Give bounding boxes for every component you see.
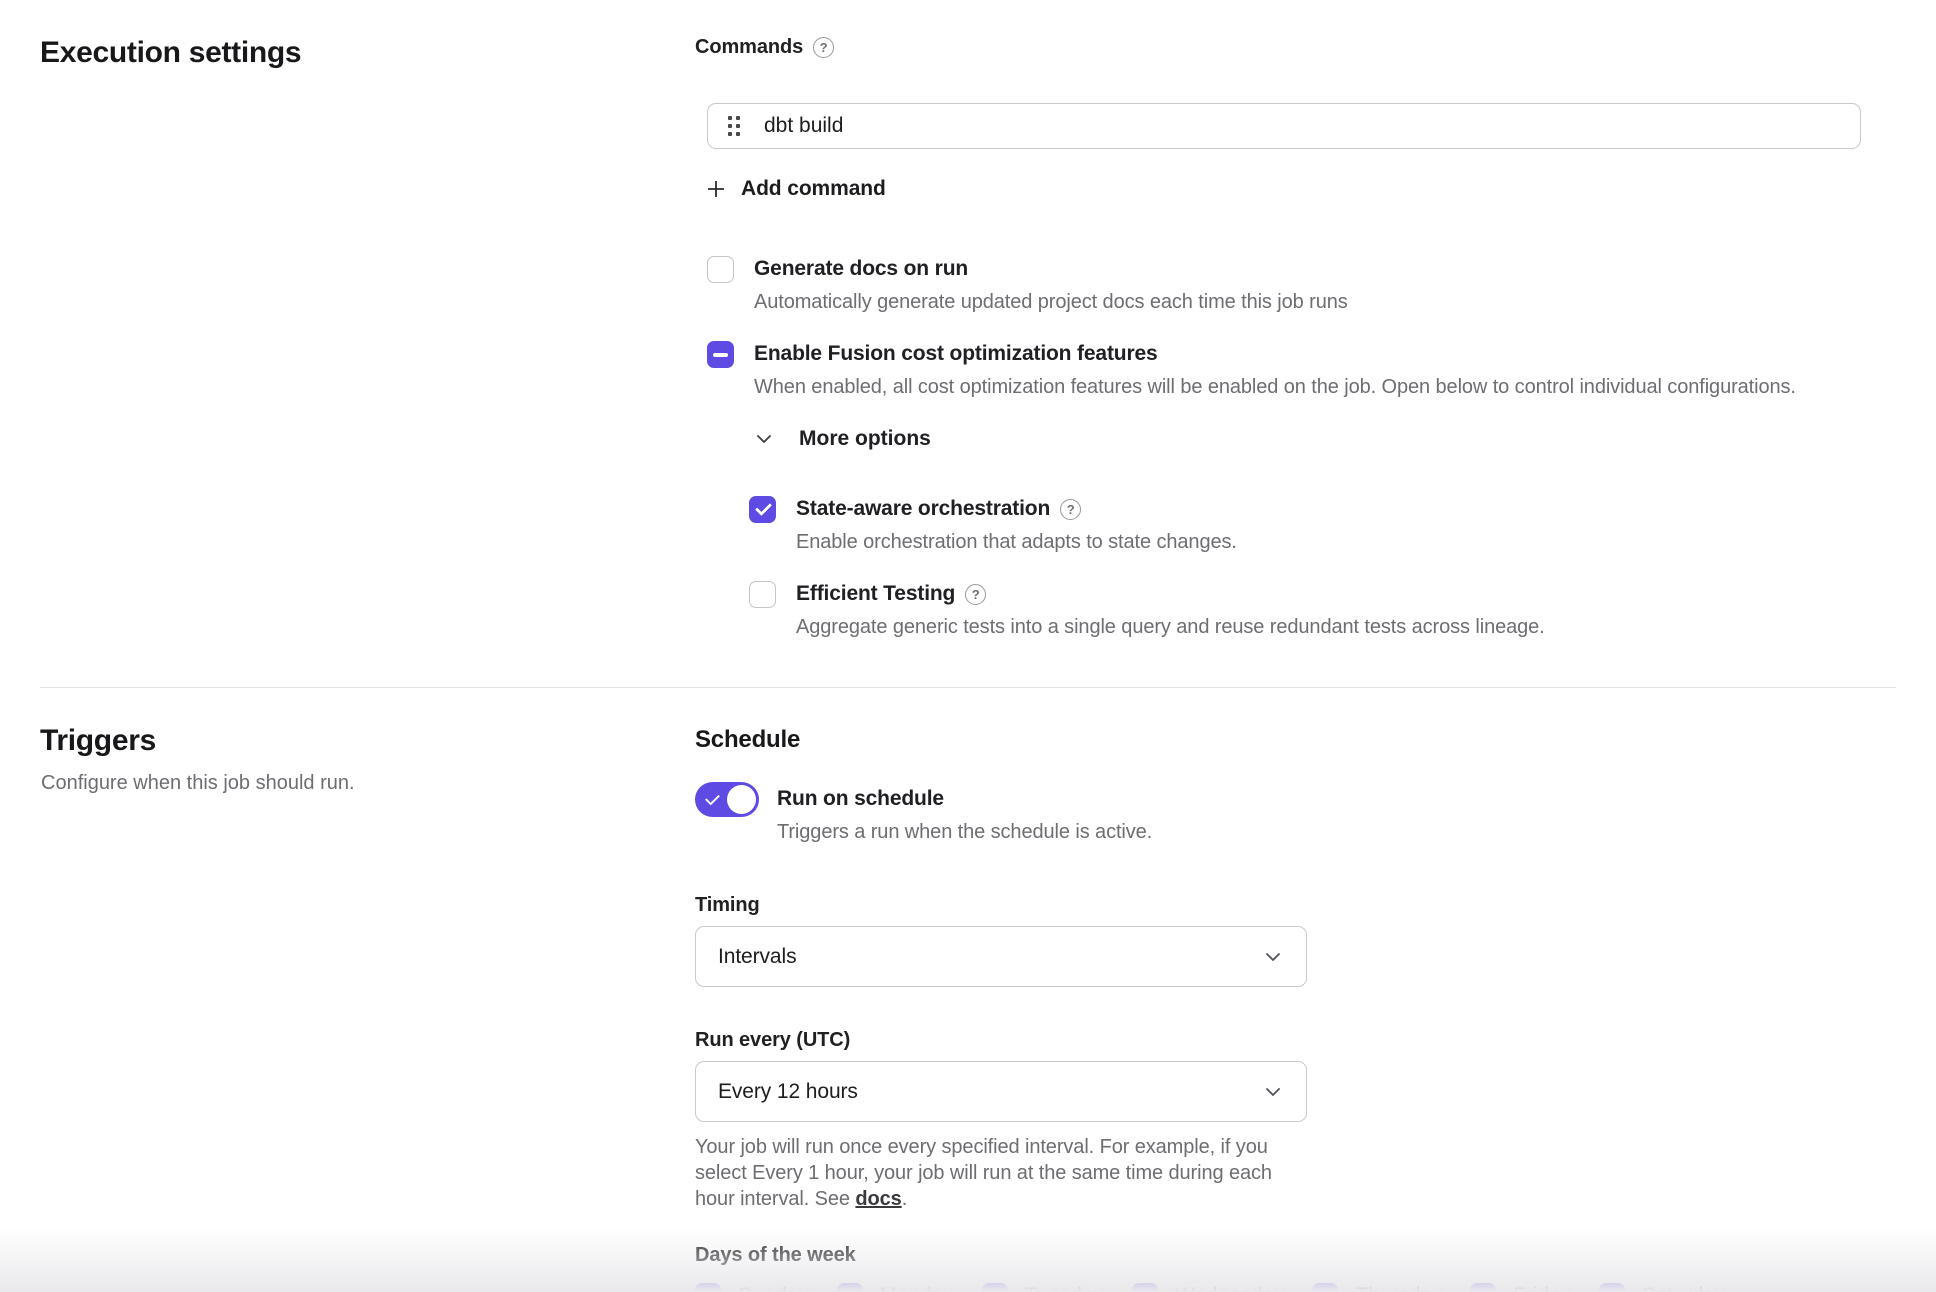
- day-item-sunday: Sunday: [695, 1283, 809, 1292]
- option-fusion-cost-optimization: Enable Fusion cost optimization features…: [707, 340, 1896, 399]
- friday-checkbox[interactable]: [1470, 1283, 1496, 1292]
- triggers-title: Triggers: [40, 724, 695, 758]
- command-input[interactable]: dbt build: [707, 103, 1861, 149]
- tuesday-checkbox[interactable]: [982, 1283, 1008, 1292]
- helper-text-after: .: [902, 1188, 907, 1210]
- run-every-label: Run every (UTC): [695, 1029, 1896, 1052]
- chevron-down-icon: [1262, 946, 1284, 968]
- execution-settings-section: Execution settings Commands ? dbt build …: [0, 0, 1936, 639]
- commands-help-icon[interactable]: ?: [813, 37, 834, 58]
- saturday-label: Saturday: [1642, 1284, 1725, 1292]
- day-item-wednesday: Wednesday: [1132, 1283, 1285, 1292]
- sunday-checkbox[interactable]: [695, 1283, 721, 1292]
- commands-label: Commands: [695, 36, 803, 59]
- option-efficient-testing: Efficient Testing ? Aggregate generic te…: [749, 580, 1896, 639]
- execution-settings-left-column: Execution settings: [0, 36, 695, 639]
- timing-select-value: Intervals: [718, 945, 796, 969]
- add-command-button[interactable]: Add command: [705, 177, 886, 201]
- state-aware-orchestration-description: Enable orchestration that adapts to stat…: [796, 531, 1237, 554]
- run-on-schedule-description: Triggers a run when the schedule is acti…: [777, 821, 1152, 844]
- efficient-testing-label: Efficient Testing: [796, 582, 955, 606]
- tuesday-label: Tuesday: [1025, 1284, 1104, 1292]
- saturday-checkbox[interactable]: [1599, 1283, 1625, 1292]
- day-item-monday: Monday: [837, 1283, 954, 1292]
- wednesday-label: Wednesday: [1175, 1284, 1285, 1292]
- run-on-schedule-row: Run on schedule Triggers a run when the …: [695, 782, 1896, 844]
- toggle-check-icon: [705, 791, 720, 806]
- schedule-heading: Schedule: [695, 726, 1896, 754]
- docs-link[interactable]: docs: [855, 1188, 901, 1210]
- toggle-knob: [727, 785, 756, 814]
- triggers-content: Schedule Run on schedule Triggers a run …: [695, 724, 1936, 1292]
- thursday-label: Thursday: [1355, 1284, 1442, 1292]
- chevron-down-icon: [1262, 1081, 1284, 1103]
- run-every-select[interactable]: Every 12 hours: [695, 1061, 1307, 1122]
- timing-select[interactable]: Intervals: [695, 926, 1307, 987]
- run-on-schedule-toggle[interactable]: [695, 782, 759, 817]
- state-aware-orchestration-checkbox[interactable]: [749, 496, 776, 523]
- generate-docs-label: Generate docs on run: [754, 257, 968, 281]
- thursday-checkbox[interactable]: [1312, 1283, 1338, 1292]
- run-every-helper-text: Your job will run once every specified i…: [695, 1134, 1291, 1212]
- efficient-testing-description: Aggregate generic tests into a single qu…: [796, 616, 1545, 639]
- wednesday-checkbox[interactable]: [1132, 1283, 1158, 1292]
- sunday-label: Sunday: [738, 1284, 809, 1292]
- day-item-thursday: Thursday: [1312, 1283, 1442, 1292]
- option-generate-docs: Generate docs on run Automatically gener…: [707, 255, 1896, 314]
- monday-checkbox[interactable]: [837, 1283, 863, 1292]
- run-every-select-value: Every 12 hours: [718, 1080, 858, 1104]
- days-of-week-label: Days of the week: [695, 1244, 1896, 1267]
- triggers-subtitle: Configure when this job should run.: [41, 772, 695, 795]
- job-settings-page: Execution settings Commands ? dbt build …: [0, 0, 1936, 1292]
- state-aware-orchestration-help-icon[interactable]: ?: [1060, 499, 1081, 520]
- fusion-cost-optimization-description: When enabled, all cost optimization feat…: [754, 376, 1796, 399]
- generate-docs-checkbox[interactable]: [707, 256, 734, 283]
- fusion-cost-optimization-checkbox[interactable]: [707, 341, 734, 368]
- efficient-testing-checkbox[interactable]: [749, 581, 776, 608]
- execution-settings-title: Execution settings: [40, 36, 695, 70]
- timing-label: Timing: [695, 894, 1896, 917]
- chevron-down-icon: [753, 428, 775, 450]
- day-item-saturday: Saturday: [1599, 1283, 1725, 1292]
- state-aware-orchestration-label: State-aware orchestration: [796, 497, 1050, 521]
- triggers-section: Triggers Configure when this job should …: [0, 688, 1936, 1292]
- friday-label: Friday: [1513, 1284, 1571, 1292]
- run-on-schedule-label: Run on schedule: [777, 787, 1152, 811]
- efficient-testing-help-icon[interactable]: ?: [965, 584, 986, 605]
- day-item-friday: Friday: [1470, 1283, 1571, 1292]
- fusion-cost-optimization-label: Enable Fusion cost optimization features: [754, 342, 1158, 366]
- more-options-label: More options: [799, 427, 931, 451]
- days-of-week-row: Sunday Monday Tuesday Wednesday Thursday: [695, 1283, 1896, 1292]
- helper-text-before: Your job will run once every specified i…: [695, 1136, 1272, 1210]
- monday-label: Monday: [880, 1284, 954, 1292]
- command-value: dbt build: [764, 114, 843, 138]
- day-item-tuesday: Tuesday: [982, 1283, 1104, 1292]
- option-state-aware-orchestration: State-aware orchestration ? Enable orche…: [749, 495, 1896, 554]
- drag-handle-icon[interactable]: [728, 116, 740, 136]
- generate-docs-description: Automatically generate updated project d…: [754, 291, 1348, 314]
- triggers-left-column: Triggers Configure when this job should …: [0, 724, 695, 1292]
- execution-settings-content: Commands ? dbt build Add command: [695, 36, 1936, 639]
- more-options-toggle[interactable]: More options: [753, 427, 931, 451]
- plus-icon: [705, 178, 727, 200]
- add-command-label: Add command: [741, 177, 886, 201]
